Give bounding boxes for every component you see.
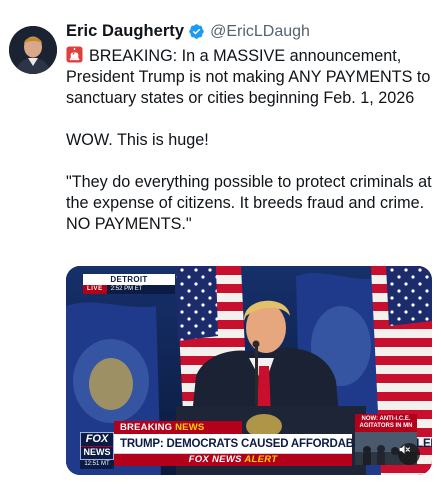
avatar[interactable] [9,26,57,74]
live-time: 2:52 PM ET [106,285,175,294]
tweet-paragraph-1: BREAKING: In a MASSIVE announcement, Pre… [66,46,436,109]
network-label: FOX NEWS [188,454,242,465]
verified-badge-icon[interactable] [188,23,205,40]
tweet-text-line-3: "They do everything possible to protect … [66,173,432,233]
user-handle[interactable]: @EricLDaugh [210,23,310,41]
fox-news-logo: FOX NEWS [80,432,114,460]
broadcast-clock: 12:51 MT [80,460,114,469]
live-label: LIVE [83,285,107,294]
tweet-header: Eric Daugherty @EricLDaugh [66,22,310,41]
fox-news-alert-bar: FOX NEWS ALERT [114,454,352,466]
tweet-video[interactable]: DETROIT LIVE 2:52 PM ET BREAKING NEWS TR… [66,266,432,475]
news-label: NEWS [175,422,205,433]
chyron-headline: TRUMP: DEMOCRATS CAUSED AFFORDABILITY PR… [114,434,432,454]
breaking-label: BREAKING [120,422,173,433]
live-indicator: LIVE 2:52 PM ET [83,285,175,294]
location-label: DETROIT [83,274,175,285]
logo-fox-text: FOX [85,433,109,445]
display-name[interactable]: Eric Daugherty [66,22,184,41]
tweet-text-line-1: BREAKING: In a MASSIVE announcement, Pre… [66,47,431,107]
location-tag: DETROIT LIVE 2:52 PM ET [83,274,175,294]
tweet-text: BREAKING: In a MASSIVE announcement, Pre… [66,46,436,235]
mute-icon[interactable] [398,443,420,465]
siren-icon [66,46,83,63]
tweet-text-line-2: WOW. This is huge! [66,131,209,149]
side-headline: NOW: ANTI-I.C.E. AGITATORS IN MN [355,414,417,432]
logo-news-text: NEWS [81,446,113,458]
avatar-photo [9,26,57,74]
breaking-news-bar: BREAKING NEWS [114,421,242,434]
alert-label: ALERT [244,454,278,465]
